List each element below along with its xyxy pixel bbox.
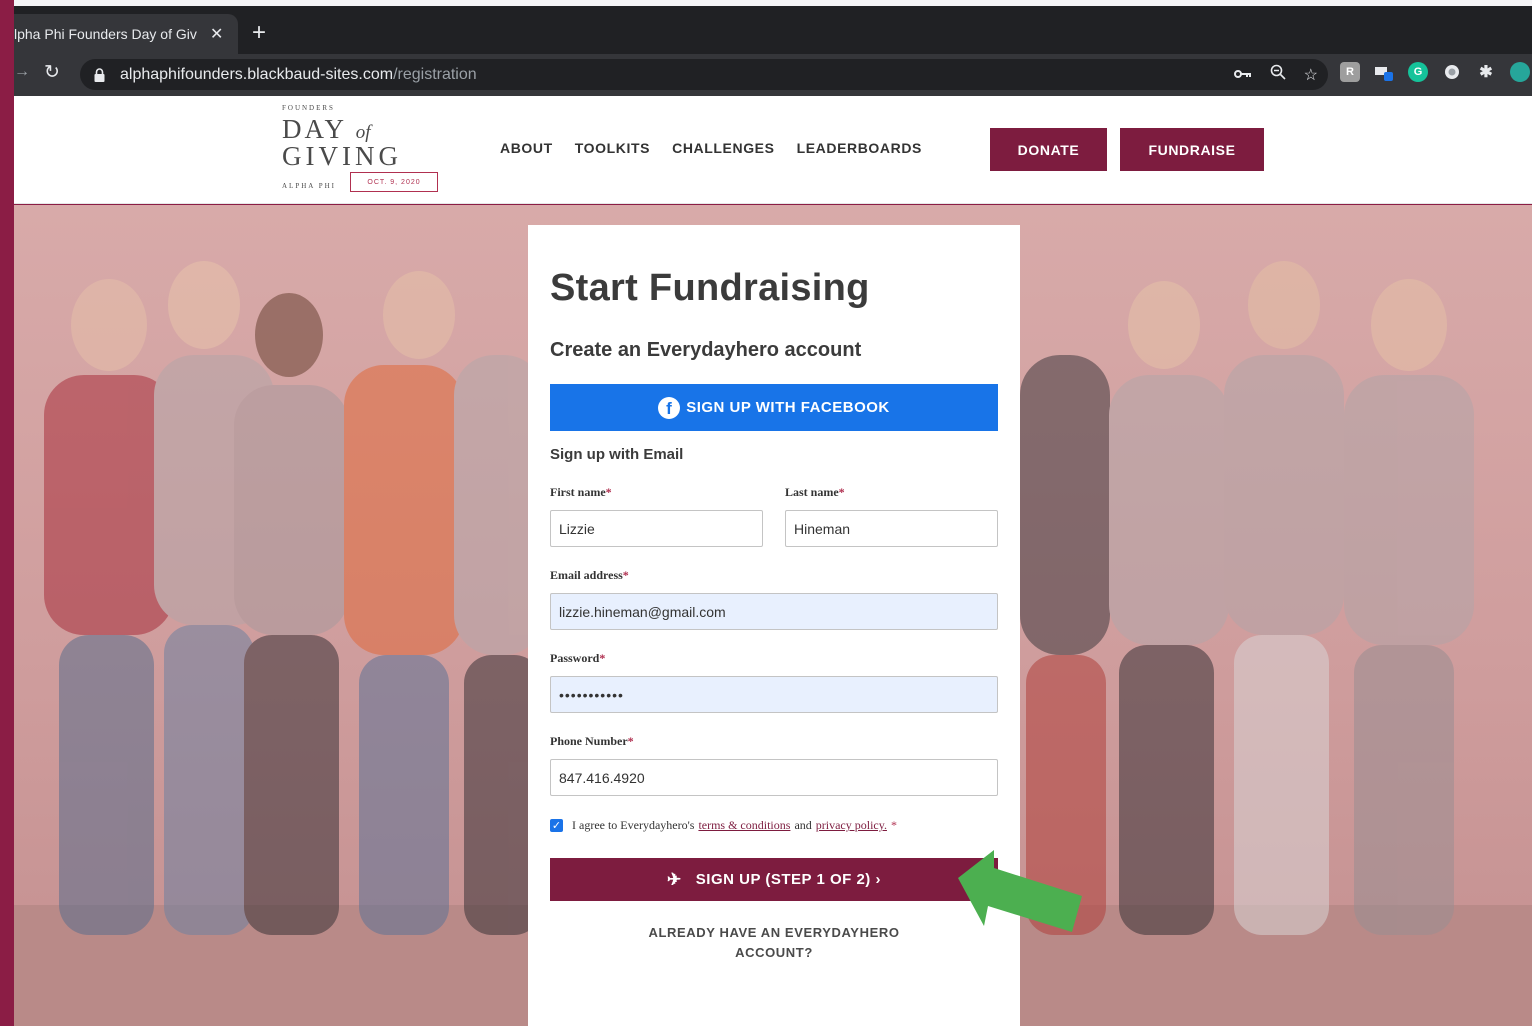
green-arrow-icon [958,850,1082,932]
facebook-signup-button[interactable]: f SIGN UP WITH FACEBOOK [550,384,998,431]
site-header: FOUNDERS DAY of GIVING ALPHA PHI OCT. 9,… [14,96,1532,204]
email-signup-heading: Sign up with Email [550,446,684,463]
grammarly-icon[interactable]: G [1408,62,1428,82]
extensions-bar: R G ✱ [1340,62,1530,82]
browser-toolbar: → ↻ alphaphifounders.blackbaud-sites.com… [14,54,1532,96]
page-title: Start Fundraising [550,267,870,309]
form-subtitle: Create an Everydayhero account [550,339,862,361]
key-icon[interactable] [1233,66,1252,84]
screen-top-edge [14,0,1532,6]
address-bar[interactable]: alphaphifounders.blackbaud-sites.com/reg… [80,59,1328,90]
left-gutter [0,0,14,1026]
donate-button[interactable]: DONATE [990,128,1107,171]
fundraise-button[interactable]: FUNDRAISE [1120,128,1264,171]
nav-toolkits[interactable]: TOOLKITS [575,140,650,156]
facebook-signup-label: SIGN UP WITH FACEBOOK [686,399,890,416]
required-mark: * [890,818,897,832]
logo-founders: FOUNDERS [282,104,335,112]
url-path: /registration [393,65,477,83]
password-field[interactable]: ••••••••••• [550,676,998,713]
back-arrow-icon[interactable]: → [14,63,30,81]
logo-date: OCT. 9, 2020 [350,172,438,192]
first-name-label: First name* [550,485,612,499]
last-name-field[interactable]: Hineman [785,510,998,547]
extension-icon[interactable]: R [1340,62,1360,82]
terms-link[interactable]: terms & conditions [698,818,790,833]
agree-text: I agree to Everydayhero's [572,818,695,832]
extension-tab-icon[interactable] [1374,62,1394,82]
lock-icon [92,67,106,82]
agree-and-text: and [794,818,812,832]
signup-card: Start Fundraising Create an Everydayhero… [528,225,1020,1026]
logo-giving: GIVING [282,141,402,171]
privacy-link[interactable]: privacy policy. [816,818,887,833]
first-name-field[interactable]: Lizzie [550,510,763,547]
nav-about[interactable]: ABOUT [500,140,553,156]
bookmark-star-icon[interactable]: ☆ [1304,65,1318,85]
tab-title: lpha Phi Founders Day of Giv [14,26,197,42]
signup-step1-button[interactable]: ✈ SIGN UP (STEP 1 OF 2) › [550,858,998,901]
new-tab-button[interactable]: + [252,20,266,46]
phone-label: Phone Number* [550,734,634,748]
url-host: alphaphifounders.blackbaud-sites.com [120,65,394,83]
puzzle-icon[interactable]: ✱ [1476,62,1496,82]
nav-challenges[interactable]: CHALLENGES [672,140,774,156]
logo-of: of [355,122,371,143]
password-label: Password* [550,651,606,665]
close-tab-icon[interactable]: ✕ [210,24,223,44]
reload-icon[interactable]: ↻ [44,61,60,84]
browser-chrome: lpha Phi Founders Day of Giv ✕ + → ↻ alp… [14,0,1532,96]
profile-avatar-icon[interactable] [1510,62,1530,82]
logo-day: DAY [282,114,347,144]
last-name-label: Last name* [785,485,845,499]
zoom-icon[interactable] [1270,64,1286,85]
email-field[interactable]: lizzie.hineman@gmail.com [550,593,998,630]
nav-leaderboards[interactable]: LEADERBOARDS [797,140,922,156]
browser-tab[interactable]: lpha Phi Founders Day of Giv ✕ [14,14,238,54]
facebook-icon: f [658,396,681,419]
main-nav: ABOUT TOOLKITS CHALLENGES LEADERBOARDS [500,140,922,156]
signup-step1-label: SIGN UP (STEP 1 OF 2) › [695,871,881,888]
extension-circle-icon[interactable] [1442,62,1462,82]
terms-agreement: ✓ I agree to Everydayhero's terms & cond… [550,818,897,833]
hero-logo-icon: ✈ [667,869,682,889]
day-of-giving-logo[interactable]: FOUNDERS DAY of GIVING ALPHA PHI OCT. 9,… [282,104,442,196]
logo-alpha-phi: ALPHA PHI [282,182,336,190]
already-have-account-link[interactable]: ALREADY HAVE AN EVERYDAYHERO ACCOUNT? [608,923,940,963]
terms-checkbox[interactable]: ✓ [550,819,563,832]
email-label: Email address* [550,568,629,582]
phone-field[interactable]: 847.416.4920 [550,759,998,796]
